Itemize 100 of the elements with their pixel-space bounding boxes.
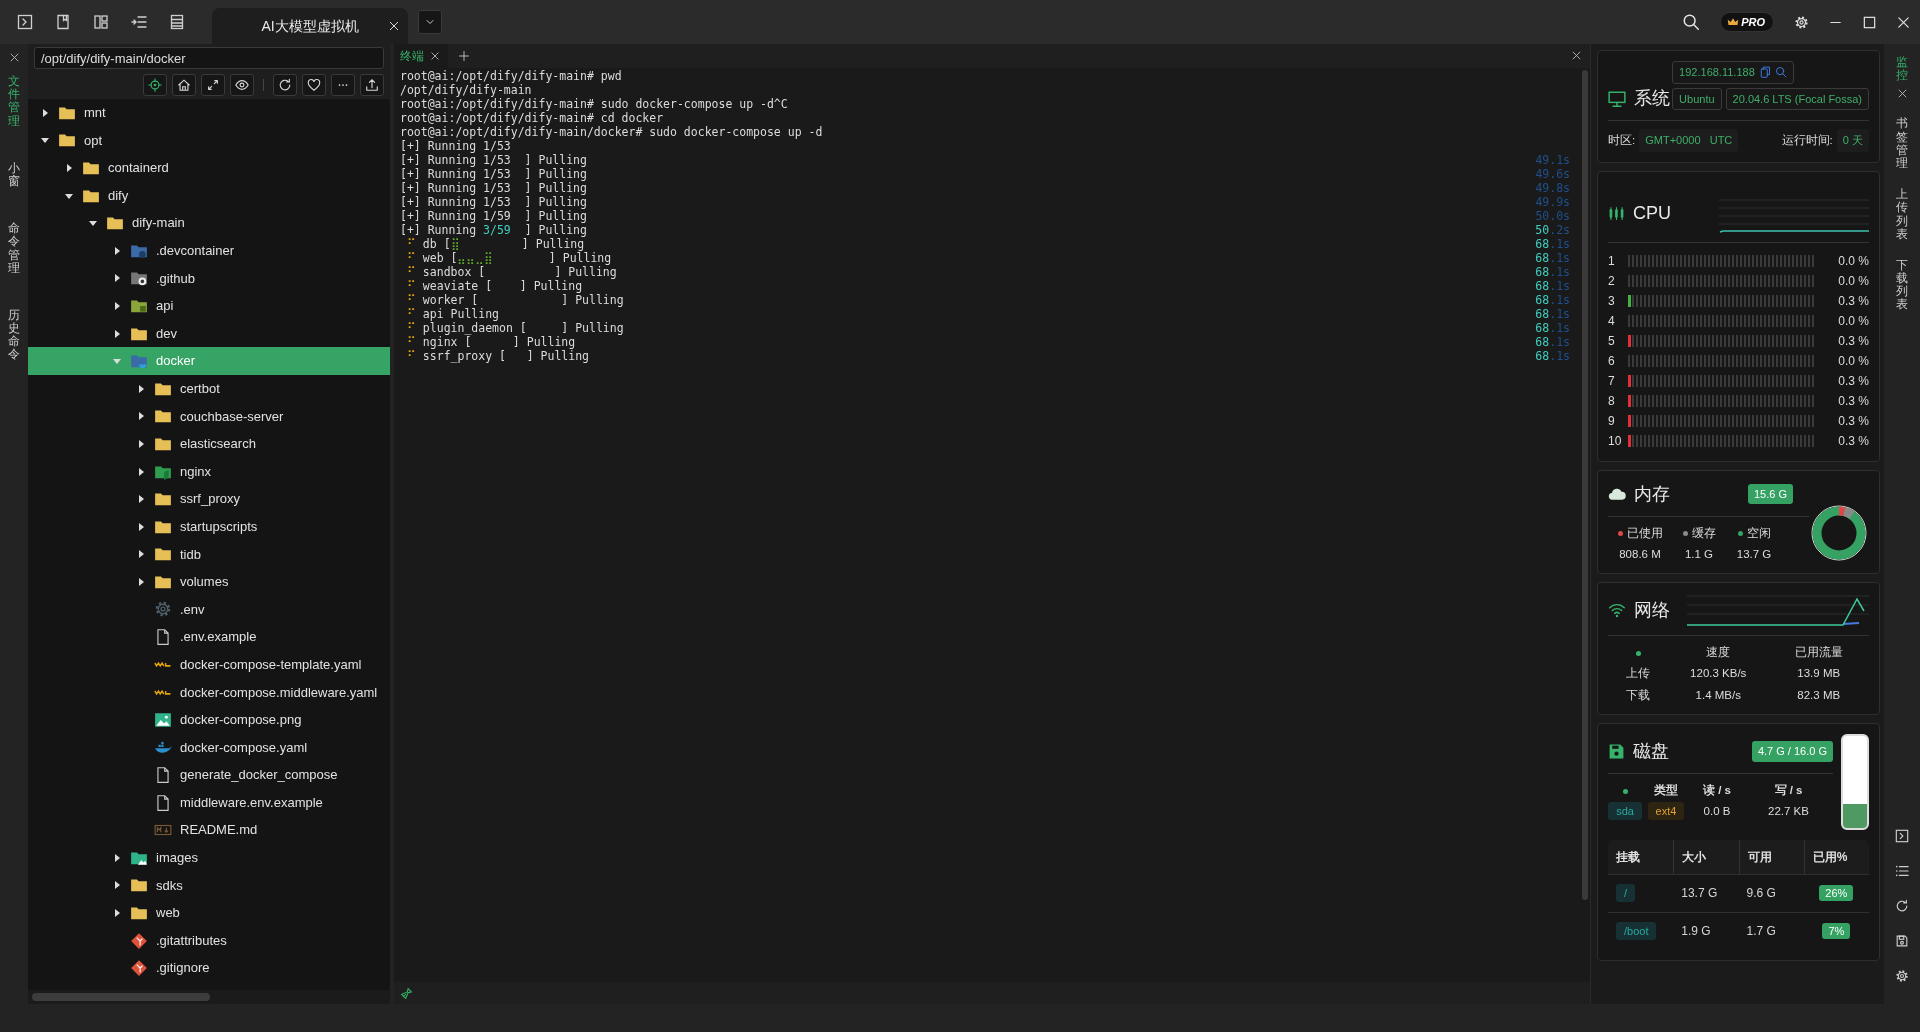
- caret-right-icon[interactable]: [113, 909, 121, 917]
- tree-item[interactable]: dev: [28, 319, 390, 348]
- tree-item[interactable]: .gitattributes: [28, 926, 390, 955]
- dropdown-button[interactable]: [418, 10, 442, 34]
- pro-badge[interactable]: PRO: [1720, 11, 1774, 33]
- side-tab[interactable]: 命令管理: [8, 222, 20, 275]
- list-icon[interactable]: [169, 14, 185, 30]
- caret-right-icon[interactable]: [113, 853, 121, 862]
- elapsed-time: 50.0s: [1535, 209, 1570, 223]
- settings-icon[interactable]: [1895, 969, 1909, 983]
- tree-item[interactable]: elasticsearch: [28, 430, 390, 458]
- tree-item[interactable]: api: [28, 292, 390, 320]
- grid-icon[interactable]: [93, 14, 109, 30]
- tree-item[interactable]: volumes: [28, 568, 390, 596]
- tree-item[interactable]: .env: [28, 595, 390, 624]
- tree-item[interactable]: docker-compose.yaml: [28, 733, 390, 762]
- tree-item[interactable]: couchbase-server: [28, 402, 390, 431]
- caret-right-icon[interactable]: [65, 164, 73, 172]
- elapsed-time: 68.1s: [1535, 251, 1570, 265]
- tree-item[interactable]: generate_docker_compose: [28, 761, 390, 789]
- side-tab[interactable]: 监控: [1896, 56, 1908, 83]
- caret-down-icon[interactable]: [65, 191, 73, 200]
- tree-item[interactable]: middleware.env.example: [28, 788, 390, 817]
- tree-item[interactable]: certbot: [28, 374, 390, 403]
- tree-item[interactable]: startupscripts: [28, 512, 390, 541]
- caret-right-icon[interactable]: [137, 467, 145, 476]
- caret-right-icon[interactable]: [113, 274, 121, 283]
- caret-right-icon[interactable]: [137, 522, 145, 531]
- close-icon[interactable]: [8, 52, 20, 63]
- search-icon[interactable]: [1682, 13, 1701, 31]
- scrollbar[interactable]: [1582, 70, 1588, 900]
- caret-down-icon[interactable]: [41, 136, 49, 145]
- tree-item[interactable]: tidb: [28, 540, 390, 569]
- caret-right-icon[interactable]: [113, 301, 121, 310]
- close-icon[interactable]: [430, 51, 440, 61]
- caret-down-icon[interactable]: [89, 219, 97, 228]
- tree-item[interactable]: web: [28, 899, 390, 927]
- tree-item[interactable]: .env.example: [28, 623, 390, 651]
- heart-button[interactable]: [302, 74, 326, 96]
- eye-button[interactable]: [230, 74, 254, 96]
- refresh-icon[interactable]: [1895, 899, 1909, 913]
- caret-right-icon[interactable]: [137, 384, 145, 393]
- tree-item[interactable]: docker-compose.middleware.yaml: [28, 678, 390, 707]
- close-icon[interactable]: [1896, 88, 1908, 100]
- close-icon[interactable]: [388, 20, 400, 32]
- tree-item[interactable]: .github: [28, 264, 390, 293]
- window-tab[interactable]: AI大模型虚拟机: [212, 8, 408, 44]
- terminal-icon[interactable]: [17, 14, 33, 30]
- side-tab[interactable]: 上传列表: [1896, 188, 1908, 241]
- side-tab[interactable]: 书签管理: [1896, 117, 1908, 171]
- settings-icon[interactable]: [1793, 14, 1809, 30]
- folder-icon: [130, 269, 148, 288]
- caret-right-icon[interactable]: [113, 881, 121, 890]
- tree-item[interactable]: nginx: [28, 457, 390, 486]
- caret-right-icon[interactable]: [137, 577, 145, 586]
- caret-right-icon[interactable]: [113, 246, 121, 255]
- refresh-button[interactable]: [273, 74, 297, 96]
- side-tab[interactable]: 下载列表: [1896, 258, 1908, 312]
- caret-right-icon[interactable]: [113, 329, 121, 338]
- side-tab[interactable]: 小窗: [8, 161, 20, 189]
- tree-item[interactable]: docker-compose-template.yaml: [28, 650, 390, 679]
- tree-item[interactable]: opt: [28, 126, 390, 155]
- tree-item[interactable]: images: [28, 844, 390, 872]
- expand-button[interactable]: [201, 74, 225, 96]
- path-field[interactable]: /opt/dify/dify-main/docker: [34, 47, 384, 69]
- image-icon: [154, 710, 172, 729]
- upload-button[interactable]: [360, 74, 384, 96]
- side-tab[interactable]: 文件管理: [8, 75, 20, 128]
- tree-item[interactable]: docker-compose.png: [28, 706, 390, 734]
- list-icon[interactable]: [1895, 864, 1909, 878]
- core-number: 3: [1608, 292, 1616, 310]
- scrollbar[interactable]: [32, 993, 210, 1001]
- donut-drawing: [1809, 502, 1869, 563]
- caret-right-icon[interactable]: [137, 439, 145, 448]
- save-icon[interactable]: [1895, 934, 1909, 948]
- tree-item[interactable]: dify: [28, 181, 390, 210]
- tree-item[interactable]: README.md: [28, 816, 390, 845]
- tree-item[interactable]: .gitignore: [28, 954, 390, 982]
- caret-right-icon[interactable]: [137, 412, 145, 421]
- caret-right-icon[interactable]: [137, 550, 145, 559]
- column-header: 已用流量: [1793, 645, 1844, 660]
- terminal-icon[interactable]: [1895, 829, 1909, 843]
- tree-item[interactable]: mnt: [28, 99, 390, 127]
- terminal-tab[interactable]: 终端: [394, 44, 448, 68]
- tree-item[interactable]: .devcontainer: [28, 236, 390, 265]
- caret-right-icon[interactable]: [137, 495, 145, 504]
- locate-button[interactable]: [143, 74, 167, 96]
- home-button[interactable]: [172, 74, 196, 96]
- tree-item[interactable]: dify-main: [28, 209, 390, 237]
- bookmark-icon[interactable]: [55, 14, 71, 30]
- close-icon[interactable]: [1571, 50, 1582, 61]
- maximize-icon[interactable]: [1861, 14, 1877, 30]
- indent-icon[interactable]: [131, 14, 147, 30]
- tree-item[interactable]: ssrf_proxy: [28, 485, 390, 513]
- tree-item[interactable]: containerd: [28, 154, 390, 182]
- caret-right-icon[interactable]: [41, 108, 49, 117]
- side-tab[interactable]: 历史命令: [8, 308, 20, 362]
- copy-icon[interactable]: [1758, 66, 1771, 79]
- close-icon[interactable]: [1895, 14, 1911, 30]
- tree-item[interactable]: sdks: [28, 871, 390, 900]
